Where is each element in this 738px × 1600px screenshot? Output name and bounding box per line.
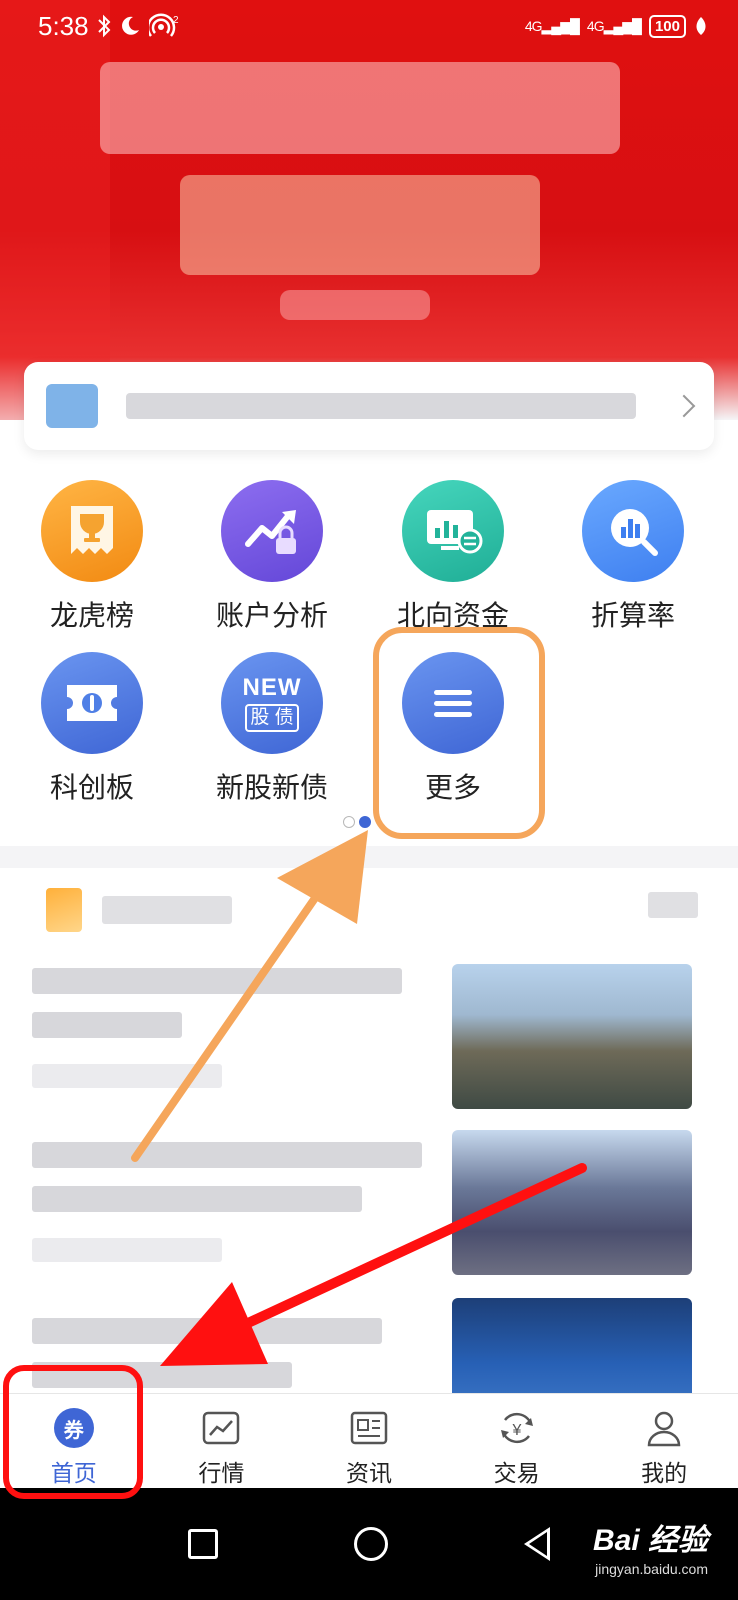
- yuan-exchange-icon: ¥: [497, 1408, 537, 1448]
- baidu-watermark: Bai 经验 jingyan.baidu.com: [593, 1515, 708, 1577]
- promo-banner[interactable]: [0, 0, 738, 420]
- user-icon: [644, 1408, 684, 1448]
- new-badge-text: NEW: [242, 673, 302, 701]
- bottom-tab-bar: 券 首页 行情 资讯 ¥ 交易 我的: [0, 1393, 738, 1488]
- tab-market[interactable]: 行情: [148, 1394, 296, 1488]
- notice-text-blurred: [126, 393, 636, 419]
- menu-icon: [402, 652, 504, 754]
- signal-label-2: 4G: [586, 17, 605, 34]
- status-right: 4G▂▄▆█ 4G▂▄▆█ 100: [524, 14, 708, 38]
- hamburger-lines: [434, 684, 472, 723]
- shortcut-longhubang[interactable]: 龙虎榜: [0, 480, 184, 640]
- tab-trade[interactable]: ¥ 交易: [443, 1394, 591, 1488]
- shortcut-account-analysis[interactable]: 账户分析: [180, 480, 364, 640]
- page-dot: [343, 816, 355, 828]
- tab-label: 我的: [641, 1460, 688, 1486]
- notice-bar[interactable]: [24, 362, 714, 450]
- trend-chart-lock-icon: [221, 480, 323, 582]
- news-title-line: [32, 1142, 422, 1168]
- banner-blur-headline: [100, 62, 620, 154]
- news-item[interactable]: [32, 964, 700, 1114]
- shortcut-label: 新股新债: [215, 772, 328, 803]
- news-item[interactable]: [32, 1130, 700, 1280]
- shortcut-more[interactable]: 更多: [361, 652, 545, 812]
- tab-label: 资讯: [345, 1460, 392, 1486]
- notice-icon: [46, 384, 98, 428]
- tab-news[interactable]: 资讯: [295, 1394, 443, 1488]
- tab-home[interactable]: 券 首页: [0, 1394, 148, 1488]
- news-thumbnail: [452, 1130, 692, 1275]
- battery-level: 100: [654, 17, 680, 35]
- shortcut-label: 更多: [424, 772, 481, 803]
- home-coupon-icon: 券: [53, 1408, 94, 1448]
- section-separator: [0, 846, 738, 868]
- status-time: 5:38: [38, 10, 89, 41]
- page-dot-active: [359, 816, 371, 828]
- magnifier-bar-chart-icon: [582, 480, 684, 582]
- status-bar: 5:38 2 4G▂▄▆█ 4G▂▄▆█ 100: [0, 0, 738, 52]
- news-meta: [32, 1238, 222, 1262]
- news-meta: [32, 1064, 222, 1088]
- shortcut-label: 科创板: [49, 772, 134, 803]
- shortcut-grid: 龙虎榜 账户分析 北向资金 折算率 科创板 NEW 股 债 新股新债 更多: [0, 480, 738, 840]
- tab-label: 首页: [50, 1460, 97, 1486]
- watermark-sub: jingyan.baidu.com: [595, 1561, 708, 1577]
- stock-bond-badge-text: 股 债: [245, 703, 299, 732]
- news-icon: [349, 1408, 389, 1448]
- chevron-right-icon: [672, 394, 696, 418]
- tab-label: 行情: [198, 1460, 245, 1486]
- banner-blur-left: [0, 0, 110, 420]
- feed-header: [46, 888, 232, 932]
- status-left: 5:38 2: [38, 11, 179, 42]
- tab-label: 交易: [493, 1460, 540, 1486]
- yuan-symbol: ¥: [511, 1422, 521, 1439]
- shortcut-label: 账户分析: [215, 600, 328, 631]
- new-stock-bond-icon: NEW 股 债: [221, 652, 323, 754]
- news-title-line: [32, 1186, 362, 1212]
- news-thumbnail: [452, 964, 692, 1109]
- shortcut-conversion-rate[interactable]: 折算率: [541, 480, 725, 640]
- news-title-line: [32, 968, 402, 994]
- news-title-line: [32, 1318, 382, 1344]
- back-triangle-icon[interactable]: [524, 1527, 550, 1561]
- leaf-icon: [696, 17, 706, 35]
- tab-mine[interactable]: 我的: [590, 1394, 738, 1488]
- monitor-exchange-icon: [402, 480, 504, 582]
- home-circle-icon[interactable]: [354, 1527, 388, 1561]
- signal-icon-1: 4G▂▄▆█: [524, 17, 580, 34]
- shortcut-new-stocks-bonds[interactable]: NEW 股 债 新股新债: [180, 652, 364, 812]
- banner-blur-title: [180, 175, 540, 275]
- shortcut-northbound-funds[interactable]: 北向资金: [361, 480, 545, 640]
- news-item[interactable]: [32, 1298, 700, 1393]
- news-title-line: [32, 1362, 292, 1388]
- signal-icon-2: 4G▂▄▆█: [586, 17, 642, 34]
- shortcut-label: 北向资金: [396, 600, 509, 631]
- moon-icon: [121, 16, 139, 35]
- watermark-main: Bai 经验: [592, 1524, 708, 1557]
- shortcut-label: 折算率: [590, 600, 675, 631]
- home-badge: 券: [53, 1408, 94, 1448]
- banner-blur-subtitle: [280, 290, 430, 320]
- feed-more-blurred[interactable]: [648, 892, 698, 918]
- shortcut-label: 龙虎榜: [49, 600, 134, 631]
- market-chart-icon: [201, 1408, 241, 1448]
- news-feed[interactable]: [0, 868, 738, 1393]
- ticket-icon: [41, 652, 143, 754]
- recent-apps-icon[interactable]: [188, 1529, 218, 1559]
- feed-logo-icon: [46, 888, 82, 932]
- page-indicator: [343, 816, 371, 828]
- battery-icon: 100: [648, 14, 686, 38]
- news-title-line: [32, 1012, 182, 1038]
- svg-text:2: 2: [173, 15, 179, 26]
- bluetooth-icon: [97, 14, 111, 38]
- hotspot-icon: 2: [148, 13, 179, 37]
- news-thumbnail: [452, 1298, 692, 1393]
- shortcut-star-market[interactable]: 科创板: [0, 652, 184, 812]
- trophy-ticket-icon: [41, 480, 143, 582]
- feed-title-blurred: [102, 896, 232, 924]
- signal-label-1: 4G: [524, 17, 543, 34]
